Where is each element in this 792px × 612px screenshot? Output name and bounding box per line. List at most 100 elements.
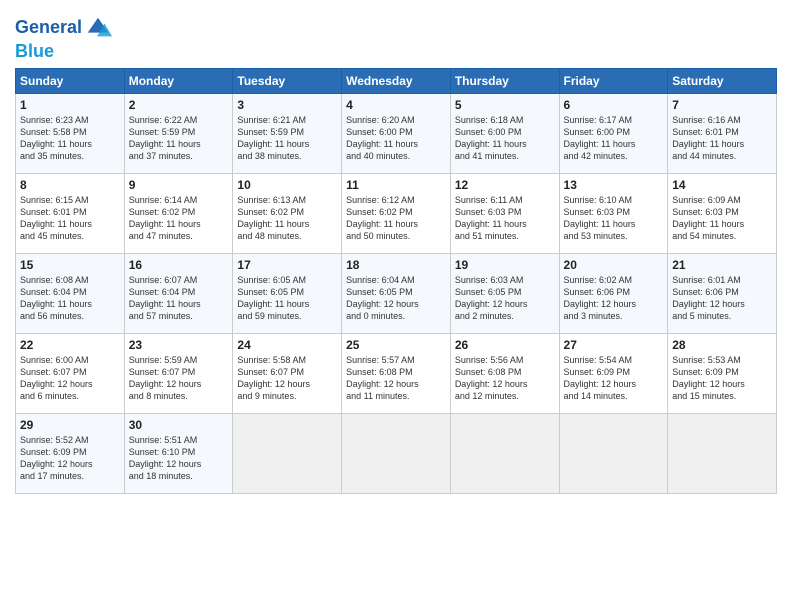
calendar-day-cell: 12 Sunrise: 6:11 AMSunset: 6:03 PMDayligh… [450, 173, 559, 253]
day-content: Sunrise: 6:20 AMSunset: 6:00 PMDaylight:… [346, 114, 446, 163]
calendar-day-cell: 21 Sunrise: 6:01 AMSunset: 6:06 PMDayligh… [668, 253, 777, 333]
day-number: 11 [346, 178, 446, 192]
page-container: General Blue SundayMondayT [0, 0, 792, 504]
logo-text-blue: Blue [15, 42, 54, 62]
day-content: Sunrise: 6:04 AMSunset: 6:05 PMDaylight:… [346, 274, 446, 323]
day-content: Sunrise: 5:57 AMSunset: 6:08 PMDaylight:… [346, 354, 446, 403]
day-number: 4 [346, 98, 446, 112]
calendar-day-cell: 29 Sunrise: 5:52 AMSunset: 6:09 PMDayligh… [16, 413, 125, 493]
day-content: Sunrise: 5:51 AMSunset: 6:10 PMDaylight:… [129, 434, 229, 483]
calendar-day-cell: 18 Sunrise: 6:04 AMSunset: 6:05 PMDayligh… [342, 253, 451, 333]
day-number: 2 [129, 98, 229, 112]
calendar-day-cell: 23Sunrise: 5:59 AMSunset: 6:07 PMDayligh… [124, 333, 233, 413]
calendar-day-cell: 30 Sunrise: 5:51 AMSunset: 6:10 PMDayligh… [124, 413, 233, 493]
day-number: 18 [346, 258, 446, 272]
calendar-day-cell: 25Sunrise: 5:57 AMSunset: 6:08 PMDayligh… [342, 333, 451, 413]
day-content: Sunrise: 6:05 AMSunset: 6:05 PMDaylight:… [237, 274, 337, 323]
calendar-week-row: 29 Sunrise: 5:52 AMSunset: 6:09 PMDayligh… [16, 413, 777, 493]
calendar-day-cell: 24 Sunrise: 5:58 AMSunset: 6:07 PMDayligh… [233, 333, 342, 413]
day-number: 1 [20, 98, 120, 112]
weekday-header: Saturday [668, 68, 777, 93]
day-number: 12 [455, 178, 555, 192]
weekday-header: Sunday [16, 68, 125, 93]
calendar-day-cell [668, 413, 777, 493]
day-content: Sunrise: 6:00 AMSunset: 6:07 PMDaylight:… [20, 354, 120, 403]
calendar-day-cell: 5 Sunrise: 6:18 AMSunset: 6:00 PMDaylight… [450, 93, 559, 173]
day-number: 5 [455, 98, 555, 112]
calendar-day-cell [559, 413, 668, 493]
calendar-day-cell: 4 Sunrise: 6:20 AMSunset: 6:00 PMDaylight… [342, 93, 451, 173]
day-content: Sunrise: 5:54 AMSunset: 6:09 PMDaylight:… [564, 354, 664, 403]
logo-text: General [15, 18, 82, 38]
calendar-day-cell: 1Sunrise: 6:23 AMSunset: 5:58 PMDaylight… [16, 93, 125, 173]
calendar-day-cell: 19 Sunrise: 6:03 AMSunset: 6:05 PMDayligh… [450, 253, 559, 333]
calendar-day-cell: 15 Sunrise: 6:08 AMSunset: 6:04 PMDayligh… [16, 253, 125, 333]
calendar-day-cell: 8Sunrise: 6:15 AMSunset: 6:01 PMDaylight… [16, 173, 125, 253]
logo: General Blue [15, 14, 112, 62]
day-content: Sunrise: 5:59 AMSunset: 6:07 PMDaylight:… [129, 354, 229, 403]
day-number: 7 [672, 98, 772, 112]
calendar-day-cell: 3 Sunrise: 6:21 AMSunset: 5:59 PMDaylight… [233, 93, 342, 173]
day-content: Sunrise: 6:03 AMSunset: 6:05 PMDaylight:… [455, 274, 555, 323]
calendar-week-row: 8Sunrise: 6:15 AMSunset: 6:01 PMDaylight… [16, 173, 777, 253]
calendar-day-cell [233, 413, 342, 493]
calendar-day-cell: 16Sunrise: 6:07 AMSunset: 6:04 PMDayligh… [124, 253, 233, 333]
day-number: 24 [237, 338, 337, 352]
calendar-body: 1Sunrise: 6:23 AMSunset: 5:58 PMDaylight… [16, 93, 777, 493]
calendar-day-cell: 6 Sunrise: 6:17 AMSunset: 6:00 PMDaylight… [559, 93, 668, 173]
weekday-header: Wednesday [342, 68, 451, 93]
calendar-day-cell: 28Sunrise: 5:53 AMSunset: 6:09 PMDayligh… [668, 333, 777, 413]
day-number: 26 [455, 338, 555, 352]
day-content: Sunrise: 6:21 AMSunset: 5:59 PMDaylight:… [237, 114, 337, 163]
calendar-week-row: 15 Sunrise: 6:08 AMSunset: 6:04 PMDayligh… [16, 253, 777, 333]
logo-icon [84, 14, 112, 42]
calendar-day-cell: 13 Sunrise: 6:10 AMSunset: 6:03 PMDayligh… [559, 173, 668, 253]
day-number: 14 [672, 178, 772, 192]
day-content: Sunrise: 6:18 AMSunset: 6:00 PMDaylight:… [455, 114, 555, 163]
calendar-day-cell: 14 Sunrise: 6:09 AMSunset: 6:03 PMDayligh… [668, 173, 777, 253]
day-number: 3 [237, 98, 337, 112]
day-content: Sunrise: 6:11 AMSunset: 6:03 PMDaylight:… [455, 194, 555, 243]
calendar-day-cell: 9Sunrise: 6:14 AMSunset: 6:02 PMDaylight… [124, 173, 233, 253]
day-number: 15 [20, 258, 120, 272]
day-number: 9 [129, 178, 229, 192]
calendar-day-cell: 10Sunrise: 6:13 AMSunset: 6:02 PMDayligh… [233, 173, 342, 253]
day-content: Sunrise: 6:16 AMSunset: 6:01 PMDaylight:… [672, 114, 772, 163]
day-number: 27 [564, 338, 664, 352]
calendar-day-cell: 22 Sunrise: 6:00 AMSunset: 6:07 PMDayligh… [16, 333, 125, 413]
day-number: 19 [455, 258, 555, 272]
day-content: Sunrise: 6:09 AMSunset: 6:03 PMDaylight:… [672, 194, 772, 243]
day-number: 22 [20, 338, 120, 352]
day-number: 6 [564, 98, 664, 112]
calendar-day-cell [450, 413, 559, 493]
day-number: 28 [672, 338, 772, 352]
day-number: 16 [129, 258, 229, 272]
calendar-day-cell: 17Sunrise: 6:05 AMSunset: 6:05 PMDayligh… [233, 253, 342, 333]
day-content: Sunrise: 6:13 AMSunset: 6:02 PMDaylight:… [237, 194, 337, 243]
day-content: Sunrise: 6:17 AMSunset: 6:00 PMDaylight:… [564, 114, 664, 163]
day-content: Sunrise: 6:15 AMSunset: 6:01 PMDaylight:… [20, 194, 120, 243]
calendar-week-row: 1Sunrise: 6:23 AMSunset: 5:58 PMDaylight… [16, 93, 777, 173]
day-content: Sunrise: 5:52 AMSunset: 6:09 PMDaylight:… [20, 434, 120, 483]
day-content: Sunrise: 6:08 AMSunset: 6:04 PMDaylight:… [20, 274, 120, 323]
day-number: 30 [129, 418, 229, 432]
calendar-week-row: 22 Sunrise: 6:00 AMSunset: 6:07 PMDayligh… [16, 333, 777, 413]
day-content: Sunrise: 5:58 AMSunset: 6:07 PMDaylight:… [237, 354, 337, 403]
day-number: 13 [564, 178, 664, 192]
page-header: General Blue [15, 10, 777, 62]
day-content: Sunrise: 6:10 AMSunset: 6:03 PMDaylight:… [564, 194, 664, 243]
calendar-day-cell: 11 Sunrise: 6:12 AMSunset: 6:02 PMDayligh… [342, 173, 451, 253]
day-content: Sunrise: 6:22 AMSunset: 5:59 PMDaylight:… [129, 114, 229, 163]
calendar-day-cell: 20 Sunrise: 6:02 AMSunset: 6:06 PMDayligh… [559, 253, 668, 333]
day-content: Sunrise: 6:01 AMSunset: 6:06 PMDaylight:… [672, 274, 772, 323]
day-content: Sunrise: 5:56 AMSunset: 6:08 PMDaylight:… [455, 354, 555, 403]
weekday-header: Thursday [450, 68, 559, 93]
day-content: Sunrise: 6:02 AMSunset: 6:06 PMDaylight:… [564, 274, 664, 323]
calendar-table: SundayMondayTuesdayWednesdayThursdayFrid… [15, 68, 777, 494]
day-content: Sunrise: 6:12 AMSunset: 6:02 PMDaylight:… [346, 194, 446, 243]
calendar-header-row: SundayMondayTuesdayWednesdayThursdayFrid… [16, 68, 777, 93]
calendar-day-cell: 7 Sunrise: 6:16 AMSunset: 6:01 PMDaylight… [668, 93, 777, 173]
day-number: 20 [564, 258, 664, 272]
day-number: 21 [672, 258, 772, 272]
day-number: 29 [20, 418, 120, 432]
